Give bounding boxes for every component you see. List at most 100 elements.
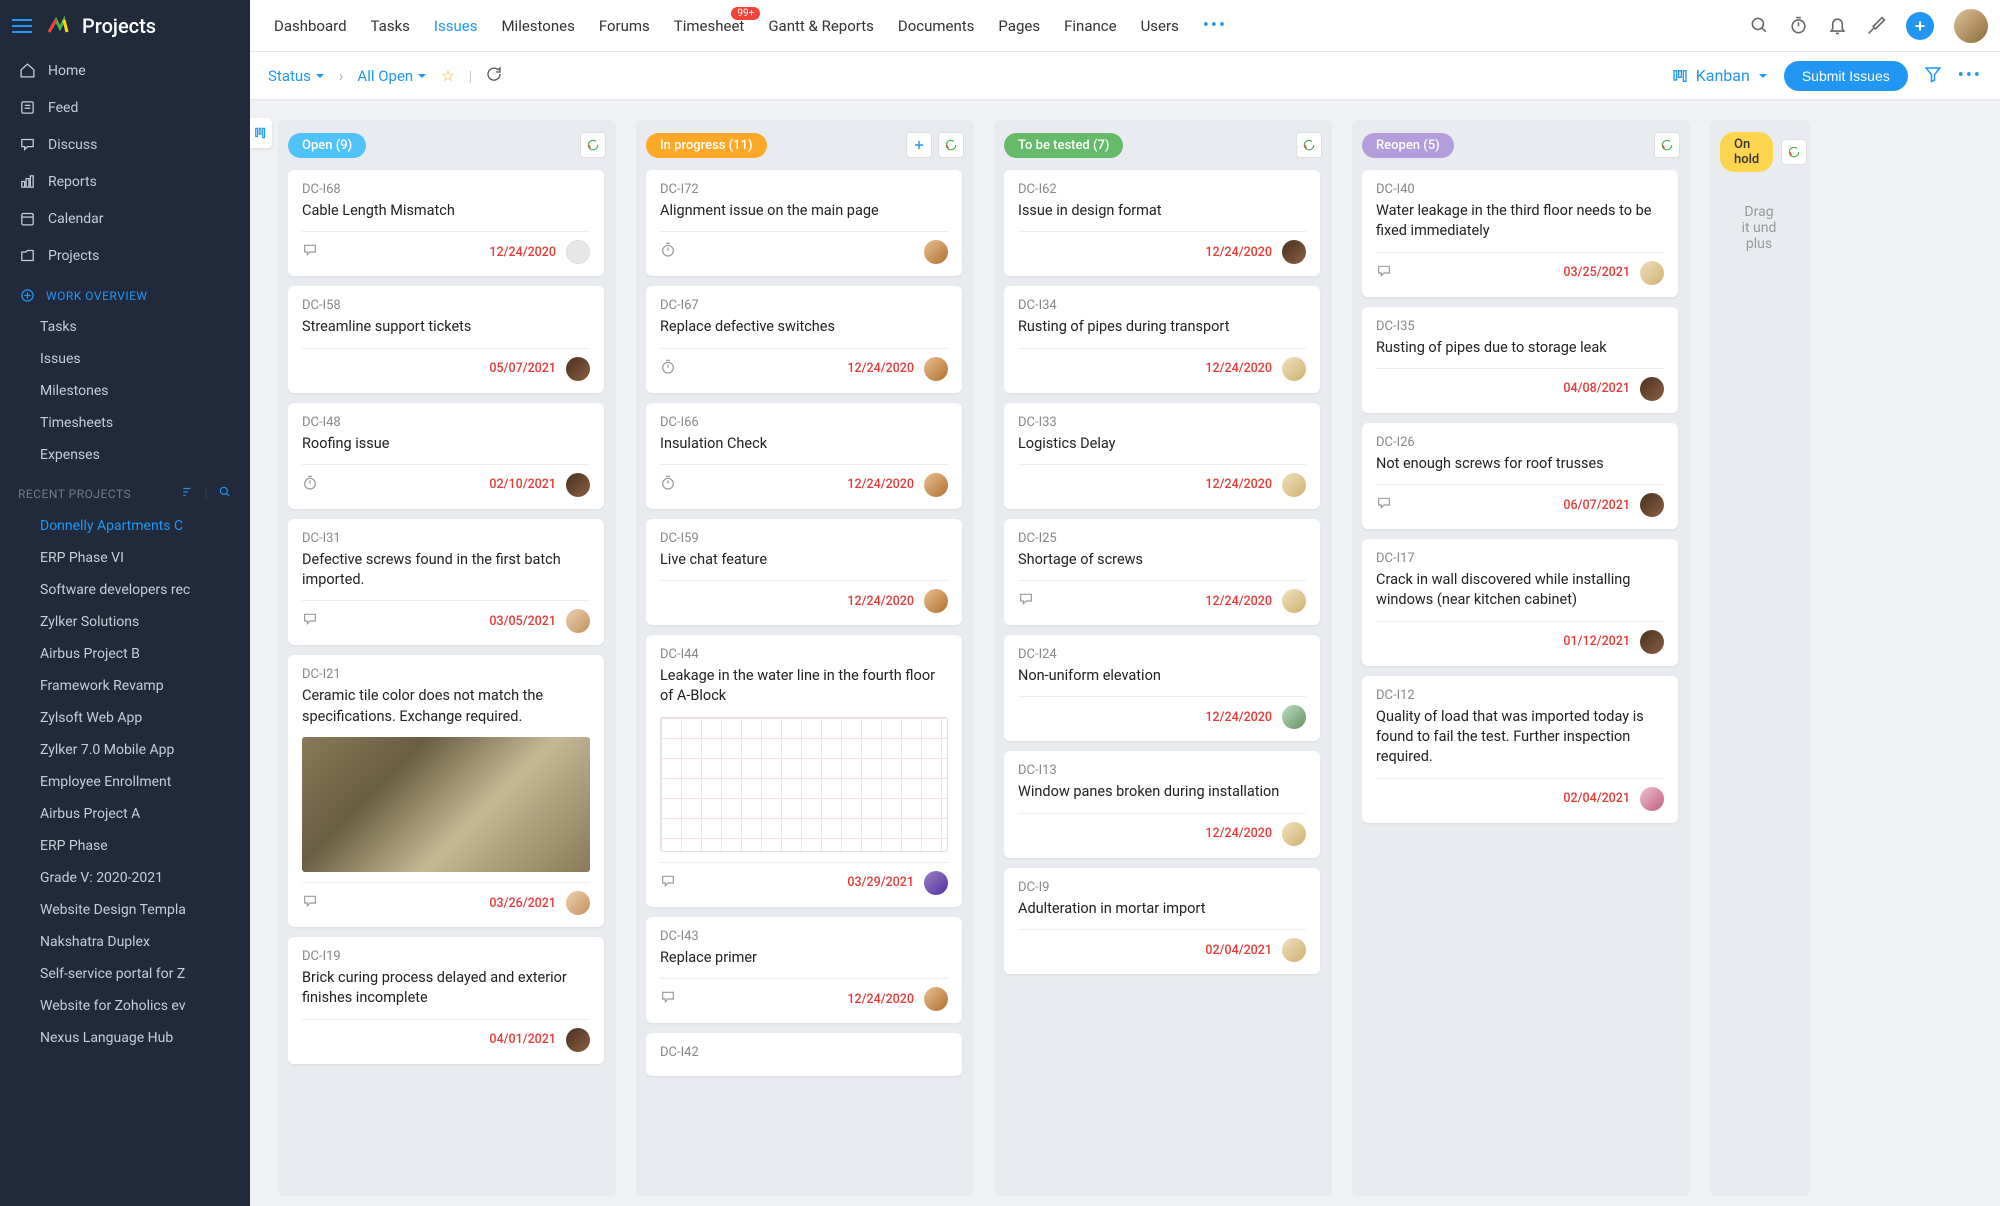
issue-card[interactable]: DC-I42	[646, 1033, 962, 1076]
assignee-avatar[interactable]	[1640, 261, 1664, 285]
clock-icon[interactable]	[660, 242, 676, 262]
clock-icon[interactable]	[302, 475, 318, 495]
assignee-avatar[interactable]	[1640, 787, 1664, 811]
project-item[interactable]: Zylker Solutions	[0, 606, 250, 638]
issue-card[interactable]: DC-I58Streamline support tickets05/07/20…	[288, 286, 604, 392]
bell-icon[interactable]	[1828, 16, 1847, 35]
sidebar-timesheets[interactable]: Timesheets	[0, 407, 250, 439]
topnav-forums[interactable]: Forums	[599, 17, 650, 35]
refresh-column-icon[interactable]	[1654, 132, 1680, 158]
comment-icon[interactable]	[302, 893, 318, 913]
issue-card[interactable]: DC-I44Leakage in the water line in the f…	[646, 635, 962, 907]
sidebar-feed[interactable]: Feed	[0, 89, 250, 126]
issue-card[interactable]: DC-I17Crack in wall discovered while ins…	[1362, 539, 1678, 666]
issue-card[interactable]: DC-I35Rusting of pipes due to storage le…	[1362, 307, 1678, 413]
assignee-avatar[interactable]	[566, 240, 590, 264]
hamburger-menu[interactable]	[12, 19, 32, 33]
topnav-finance[interactable]: Finance	[1064, 17, 1116, 35]
project-item[interactable]: Zylker 7.0 Mobile App	[0, 734, 250, 766]
comment-icon[interactable]	[1018, 591, 1034, 611]
issue-card[interactable]: DC-I25Shortage of screws12/24/2020	[1004, 519, 1320, 625]
assignee-avatar[interactable]	[1640, 377, 1664, 401]
card-list[interactable]: DC-I40Water leakage in the third floor n…	[1362, 170, 1680, 1184]
project-item[interactable]: Employee Enrollment	[0, 766, 250, 798]
project-item[interactable]: Website Design Templa	[0, 894, 250, 926]
more-menu-icon[interactable]: •••	[1958, 65, 1982, 86]
assignee-avatar[interactable]	[1282, 705, 1306, 729]
project-item[interactable]: ERP Phase VI	[0, 542, 250, 574]
project-item[interactable]: Website for Zoholics ev	[0, 990, 250, 1022]
clock-icon[interactable]	[660, 475, 676, 495]
issue-card[interactable]: DC-I67Replace defective switches12/24/20…	[646, 286, 962, 392]
sidebar-tasks[interactable]: Tasks	[0, 311, 250, 343]
column-title-pill[interactable]: Reopen (5)	[1362, 133, 1454, 158]
issue-card[interactable]: DC-I40Water leakage in the third floor n…	[1362, 170, 1678, 297]
issue-card[interactable]: DC-I59Live chat feature12/24/2020	[646, 519, 962, 625]
topnav-ganttreports[interactable]: Gantt & Reports	[768, 17, 874, 35]
refresh-column-icon[interactable]	[1296, 132, 1322, 158]
assignee-avatar[interactable]	[924, 473, 948, 497]
sort-icon[interactable]	[181, 485, 195, 502]
assignee-avatar[interactable]	[924, 871, 948, 895]
comment-icon[interactable]	[660, 873, 676, 893]
project-item[interactable]: Framework Revamp	[0, 670, 250, 702]
card-list[interactable]: DC-I68Cable Length Mismatch12/24/2020DC-…	[288, 170, 606, 1184]
sidebar-calendar[interactable]: Calendar	[0, 200, 250, 237]
column-title-pill[interactable]: To be tested (7)	[1004, 133, 1123, 158]
user-avatar[interactable]	[1954, 9, 1988, 43]
issue-card[interactable]: DC-I66Insulation Check12/24/2020	[646, 403, 962, 509]
comment-icon[interactable]	[660, 989, 676, 1009]
sidebar-discuss[interactable]: Discuss	[0, 126, 250, 163]
refresh-column-icon[interactable]	[938, 132, 964, 158]
project-item[interactable]: Self-service portal for Z	[0, 958, 250, 990]
assignee-avatar[interactable]	[924, 357, 948, 381]
issue-card[interactable]: DC-I21Ceramic tile color does not match …	[288, 655, 604, 927]
project-item[interactable]: Airbus Project B	[0, 638, 250, 670]
search-icon[interactable]	[1750, 16, 1769, 35]
card-list[interactable]: DC-I62Issue in design format12/24/2020 DC…	[1004, 170, 1322, 1184]
search-icon[interactable]	[218, 485, 232, 502]
sidebar-projects[interactable]: Projects	[0, 237, 250, 274]
all-open-dropdown[interactable]: All Open	[357, 67, 427, 85]
column-title-pill[interactable]: In progress (11)	[646, 133, 767, 158]
refresh-column-icon[interactable]	[1781, 139, 1807, 165]
project-item[interactable]: Nexus Language Hub	[0, 1022, 250, 1054]
assignee-avatar[interactable]	[1282, 357, 1306, 381]
assignee-avatar[interactable]	[566, 357, 590, 381]
star-icon[interactable]: ☆	[441, 67, 454, 85]
column-title-pill[interactable]: Open (9)	[288, 133, 366, 158]
view-dropdown[interactable]: Kanban	[1672, 66, 1768, 85]
work-overview-section[interactable]: WORK OVERVIEW	[0, 274, 250, 311]
assignee-avatar[interactable]	[1282, 938, 1306, 962]
topnav-more-icon[interactable]: •••	[1203, 15, 1227, 36]
assignee-avatar[interactable]	[1282, 473, 1306, 497]
project-item[interactable]: Zylsoft Web App	[0, 702, 250, 734]
timer-icon[interactable]	[1789, 16, 1808, 35]
issue-card[interactable]: DC-I19Brick curing process delayed and e…	[288, 937, 604, 1064]
assignee-avatar[interactable]	[566, 1028, 590, 1052]
card-list[interactable]: Drag it und plus	[1720, 184, 1800, 1184]
topnav-tasks[interactable]: Tasks	[371, 17, 410, 35]
project-item[interactable]: Donnelly Apartments C	[0, 510, 250, 542]
comment-icon[interactable]	[302, 611, 318, 631]
assignee-avatar[interactable]	[1640, 630, 1664, 654]
sidebar-expenses[interactable]: Expenses	[0, 439, 250, 471]
assignee-avatar[interactable]	[1282, 240, 1306, 264]
column-title-pill[interactable]: On hold	[1720, 132, 1773, 172]
sidebar-issues[interactable]: Issues	[0, 343, 250, 375]
topnav-milestones[interactable]: Milestones	[501, 17, 574, 35]
comment-icon[interactable]	[1376, 263, 1392, 283]
project-item[interactable]: Nakshatra Duplex	[0, 926, 250, 958]
add-button[interactable]	[1906, 12, 1934, 40]
project-item[interactable]: Airbus Project A	[0, 798, 250, 830]
sidebar-milestones[interactable]: Milestones	[0, 375, 250, 407]
issue-card[interactable]: DC-I62Issue in design format12/24/2020	[1004, 170, 1320, 276]
submit-issues-button[interactable]: Submit Issues	[1784, 61, 1908, 91]
card-list[interactable]: DC-I72Alignment issue on the main pageDC…	[646, 170, 964, 1184]
topnav-timesheet[interactable]: Timesheet99+	[674, 17, 745, 35]
project-item[interactable]: Grade V: 2020-2021	[0, 862, 250, 894]
project-item[interactable]: ERP Phase	[0, 830, 250, 862]
issue-card[interactable]: DC-I48Roofing issue02/10/2021	[288, 403, 604, 509]
assignee-avatar[interactable]	[1282, 589, 1306, 613]
topnav-documents[interactable]: Documents	[898, 17, 975, 35]
